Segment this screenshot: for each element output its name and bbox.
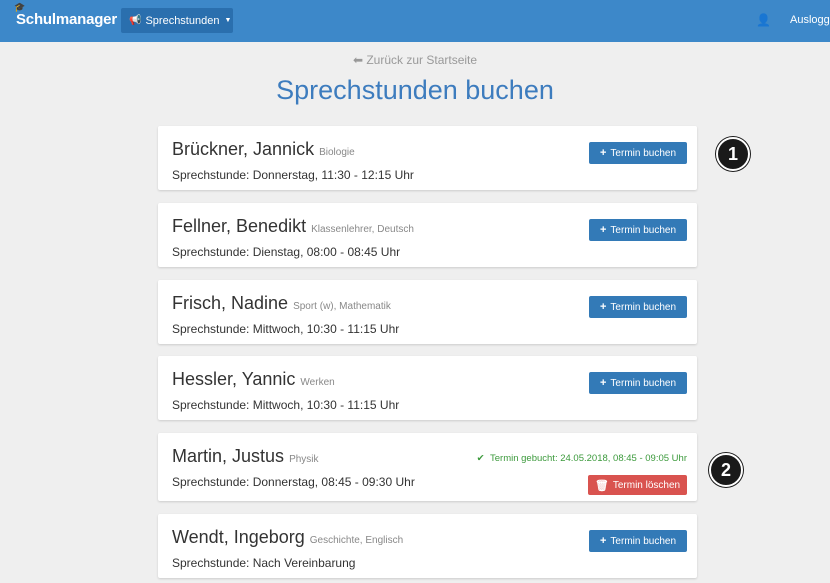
user-icon[interactable]: 👤 — [756, 13, 771, 27]
teacher-subjects: Physik — [289, 454, 319, 465]
teacher-name-line: Martin, Justus Physik — [172, 446, 319, 467]
back-to-home-link[interactable]: ⬅ Zurück zur Startseite — [0, 53, 830, 67]
book-button-label: Termin buchen — [610, 535, 677, 547]
teacher-card-booked: Martin, Justus Physik Sprechstunde: Donn… — [158, 433, 697, 501]
office-hour: Sprechstunde: Dienstag, 08:00 - 08:45 Uh… — [172, 245, 401, 259]
plus-icon: + — [599, 535, 607, 547]
teacher-card: Brückner, Jannick Biologie Sprechstunde:… — [158, 126, 697, 190]
book-appointment-button[interactable]: + Termin buchen — [589, 142, 687, 164]
teacher-name: Brückner, Jannick — [172, 139, 315, 159]
booked-status-text: Termin gebucht: 24.05.2018, 08:45 - 09:0… — [490, 453, 687, 464]
top-navbar: 🎓 Schulmanager 📢 Sprechstunden ▼ 👤 Auslo… — [0, 0, 830, 42]
plus-icon: + — [599, 377, 607, 389]
delete-appointment-button[interactable]: 🗑 Termin löschen — [588, 475, 687, 495]
office-hour: Sprechstunde: Donnerstag, 11:30 - 12:15 … — [172, 168, 414, 182]
booked-status: ✔ Termin gebucht: 24.05.2018, 08:45 - 09… — [477, 453, 687, 464]
office-hour: Sprechstunde: Mittwoch, 10:30 - 11:15 Uh… — [172, 322, 400, 336]
teacher-name: Frisch, Nadine — [172, 293, 289, 313]
dropdown-label: Sprechstunden — [145, 14, 220, 27]
teacher-name-line: Hessler, Yannic Werken — [172, 369, 335, 390]
teacher-name-line: Frisch, Nadine Sport (w), Mathematik — [172, 293, 391, 314]
book-appointment-button[interactable]: + Termin buchen — [589, 219, 687, 241]
back-link-label: Zurück zur Startseite — [366, 53, 478, 67]
plus-icon: + — [599, 301, 607, 313]
plus-icon: + — [599, 224, 607, 236]
book-appointment-button[interactable]: + Termin buchen — [589, 530, 687, 552]
teacher-subjects: Werken — [300, 377, 335, 388]
page-title: Sprechstunden buchen — [276, 75, 554, 105]
sprechstunden-dropdown[interactable]: 📢 Sprechstunden ▼ — [121, 8, 233, 33]
teacher-name-line: Fellner, Benedikt Klassenlehrer, Deutsch — [172, 216, 414, 237]
book-button-label: Termin buchen — [610, 301, 677, 313]
book-appointment-button[interactable]: + Termin buchen — [589, 296, 687, 318]
office-hour: Sprechstunde: Donnerstag, 08:45 - 09:30 … — [172, 475, 415, 489]
annotation-marker-2: 2 — [709, 453, 743, 487]
teacher-card: Hessler, Yannic Werken Sprechstunde: Mit… — [158, 356, 697, 420]
teacher-name: Wendt, Ingeborg — [172, 527, 305, 547]
megaphone-icon: 📢 — [129, 15, 142, 26]
teacher-subjects: Geschichte, Englisch — [309, 535, 404, 546]
trash-icon: 🗑 — [594, 479, 609, 492]
teacher-name: Hessler, Yannic — [172, 369, 296, 389]
teacher-subjects: Klassenlehrer, Deutsch — [311, 224, 414, 235]
annotation-marker-1: 1 — [716, 137, 750, 171]
teacher-card: Wendt, Ingeborg Geschichte, Englisch Spr… — [158, 514, 697, 578]
delete-button-label: Termin löschen — [612, 479, 681, 491]
book-button-label: Termin buchen — [610, 377, 677, 389]
office-hour: Sprechstunde: Nach Vereinbarung — [172, 556, 356, 570]
book-button-label: Termin buchen — [610, 147, 677, 159]
teacher-subjects: Sport (w), Mathematik — [293, 301, 391, 312]
teacher-name: Fellner, Benedikt — [172, 216, 307, 236]
brand-name: Schulmanager — [16, 11, 117, 28]
office-hour: Sprechstunde: Mittwoch, 10:30 - 11:15 Uh… — [172, 398, 400, 412]
teacher-card: Frisch, Nadine Sport (w), Mathematik Spr… — [158, 280, 697, 344]
book-appointment-button[interactable]: + Termin buchen — [589, 372, 687, 394]
circle-arrow-left-icon: ⬅ — [352, 53, 363, 67]
book-button-label: Termin buchen — [610, 224, 677, 236]
teacher-name-line: Brückner, Jannick Biologie — [172, 139, 355, 160]
teacher-card: Fellner, Benedikt Klassenlehrer, Deutsch… — [158, 203, 697, 267]
teacher-subjects: Biologie — [319, 147, 355, 158]
plus-icon: + — [599, 147, 607, 159]
teacher-name-line: Wendt, Ingeborg Geschichte, Englisch — [172, 527, 403, 548]
caret-down-icon: ▼ — [224, 17, 232, 24]
brand-logo[interactable]: 🎓 Schulmanager — [14, 2, 117, 28]
logout-link[interactable]: Ausloggen — [790, 14, 830, 26]
graduation-cap-icon: 🎓 — [14, 2, 26, 12]
checkmark-icon: ✔ — [476, 453, 485, 464]
teacher-name: Martin, Justus — [172, 446, 285, 466]
